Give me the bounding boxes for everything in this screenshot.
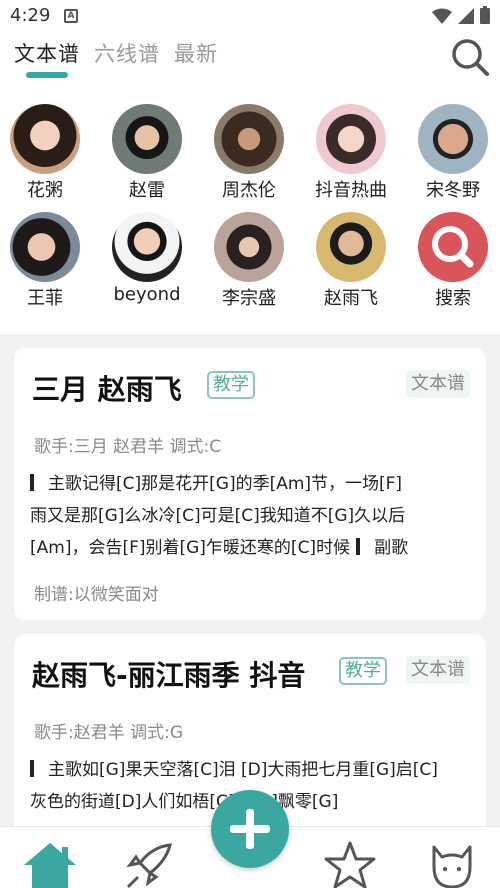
- add-icon: [230, 809, 270, 849]
- status-bar: 4:29 A: [0, 0, 500, 32]
- avatar: [10, 104, 80, 174]
- artist-name: 赵雷: [129, 180, 165, 201]
- artist-item[interactable]: 抖音热曲: [301, 104, 401, 202]
- artist-item[interactable]: 周杰伦: [199, 104, 299, 202]
- avatar: [112, 104, 182, 174]
- artist-name: beyond: [113, 284, 181, 305]
- song-meta: 歌手:赵君羊 调式:G: [34, 723, 184, 743]
- artist-name: 王菲: [27, 288, 63, 309]
- active-tab-indicator: [26, 72, 68, 78]
- avatar: [214, 212, 284, 282]
- lyrics-line: [Am]，会告[F]别着[G]乍暖还寒的[C]时候: [30, 538, 351, 558]
- wifi-icon: [432, 8, 452, 24]
- search-icon[interactable]: [450, 37, 490, 77]
- header-section: 文本谱 六线谱 最新 花粥 赵雷 周杰伦 抖音热曲 宋冬野 王菲 beyond …: [0, 32, 500, 334]
- avatar: [316, 212, 386, 282]
- battery-icon: [480, 6, 490, 24]
- artist-name: 搜索: [435, 288, 471, 309]
- tab-text-score[interactable]: 文本谱: [14, 38, 80, 68]
- avatar: [112, 212, 182, 282]
- artist-name: 李宗盛: [222, 288, 276, 309]
- artist-item[interactable]: 赵雷: [97, 104, 197, 202]
- teach-badge: 教学: [207, 371, 255, 399]
- avatar: [418, 212, 488, 282]
- tab-guitar-tab[interactable]: 六线谱: [94, 38, 160, 68]
- lyrics-preview: 主歌记得[C]那是花开[G]的季[Am]节，一场[F] 雨又是那[G]么冰冷[C…: [30, 468, 474, 564]
- tab-latest[interactable]: 最新: [174, 38, 218, 68]
- section-marker: [30, 474, 34, 491]
- artist-name: 周杰伦: [222, 180, 276, 201]
- artist-item[interactable]: 李宗盛: [199, 212, 299, 310]
- section-marker: [356, 538, 361, 555]
- artist-item[interactable]: 赵雨飞: [301, 212, 401, 310]
- avatar: [418, 104, 488, 174]
- artist-item[interactable]: 宋冬野: [403, 104, 500, 202]
- status-icons: [432, 6, 490, 24]
- section-marker: [30, 760, 34, 777]
- notification-icon: A: [64, 9, 78, 23]
- song-title: 三月 赵雨飞: [32, 373, 182, 406]
- cat-icon[interactable]: [424, 841, 480, 888]
- artist-item[interactable]: 王菲: [0, 212, 95, 310]
- status-time: 4:29: [10, 5, 51, 26]
- artist-name: 赵雨飞: [324, 288, 378, 309]
- artist-item[interactable]: 花粥: [0, 104, 95, 202]
- lyrics-line: 主歌如[G]果天空落[C]泪 [D]大雨把七月重[G]启[C]: [48, 760, 438, 780]
- type-badge: 文本谱: [406, 656, 470, 684]
- avatar: [316, 104, 386, 174]
- song-meta: 歌手:三月 赵君羊 调式:C: [34, 437, 222, 457]
- artist-search-item[interactable]: 搜索: [403, 212, 500, 310]
- song-title: 赵雨飞-丽江雨季 抖音: [32, 659, 306, 692]
- search-icon: [432, 226, 474, 268]
- signal-icon: [458, 8, 474, 24]
- song-author: 制谱:以微笑面对: [34, 585, 159, 605]
- artist-name: 花粥: [27, 180, 63, 201]
- lyrics-line: 主歌记得[C]那是花开[G]的季[Am]节，一场[F]: [48, 474, 403, 494]
- home-icon[interactable]: [22, 841, 78, 888]
- lyrics-line: 雨又是那[G]么冰冷[C]可是[C]我知道不[G]久以后: [30, 506, 406, 526]
- artist-name: 宋冬野: [426, 180, 480, 201]
- artist-name: 抖音热曲: [315, 180, 387, 201]
- add-button[interactable]: [211, 790, 289, 868]
- star-icon[interactable]: [322, 841, 378, 888]
- rocket-icon[interactable]: [122, 841, 178, 888]
- artist-item[interactable]: beyond: [97, 212, 197, 305]
- avatar: [214, 104, 284, 174]
- song-card[interactable]: 三月 赵雨飞 教学 文本谱 歌手:三月 赵君羊 调式:C 主歌记得[C]那是花开…: [14, 348, 486, 620]
- type-badge: 文本谱: [406, 370, 470, 398]
- tab-bar: 文本谱 六线谱 最新: [14, 38, 218, 68]
- avatar: [10, 212, 80, 282]
- section-label: 副歌: [374, 538, 409, 558]
- teach-badge: 教学: [339, 657, 387, 685]
